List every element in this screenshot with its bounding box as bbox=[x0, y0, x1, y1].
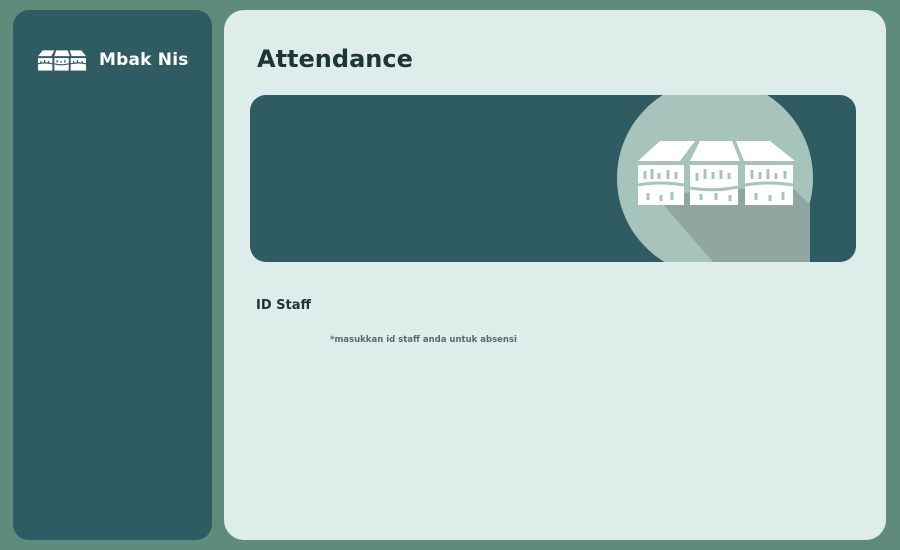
market-stall-icon bbox=[617, 95, 813, 262]
banner bbox=[250, 95, 856, 262]
brand-name: Mbak Nis bbox=[99, 50, 189, 70]
main-panel: Attendance ID Staff *masukkan id staff a… bbox=[224, 10, 886, 540]
id-staff-label: ID Staff bbox=[256, 298, 312, 313]
id-staff-hint: *masukkan id staff anda untuk absensi bbox=[330, 335, 517, 345]
sidebar: Mbak Nis bbox=[13, 10, 212, 540]
page-title: Attendance bbox=[257, 45, 413, 73]
brand[interactable]: Mbak Nis bbox=[37, 48, 189, 72]
market-stall-icon bbox=[37, 50, 87, 71]
id-staff-input[interactable] bbox=[328, 290, 828, 322]
